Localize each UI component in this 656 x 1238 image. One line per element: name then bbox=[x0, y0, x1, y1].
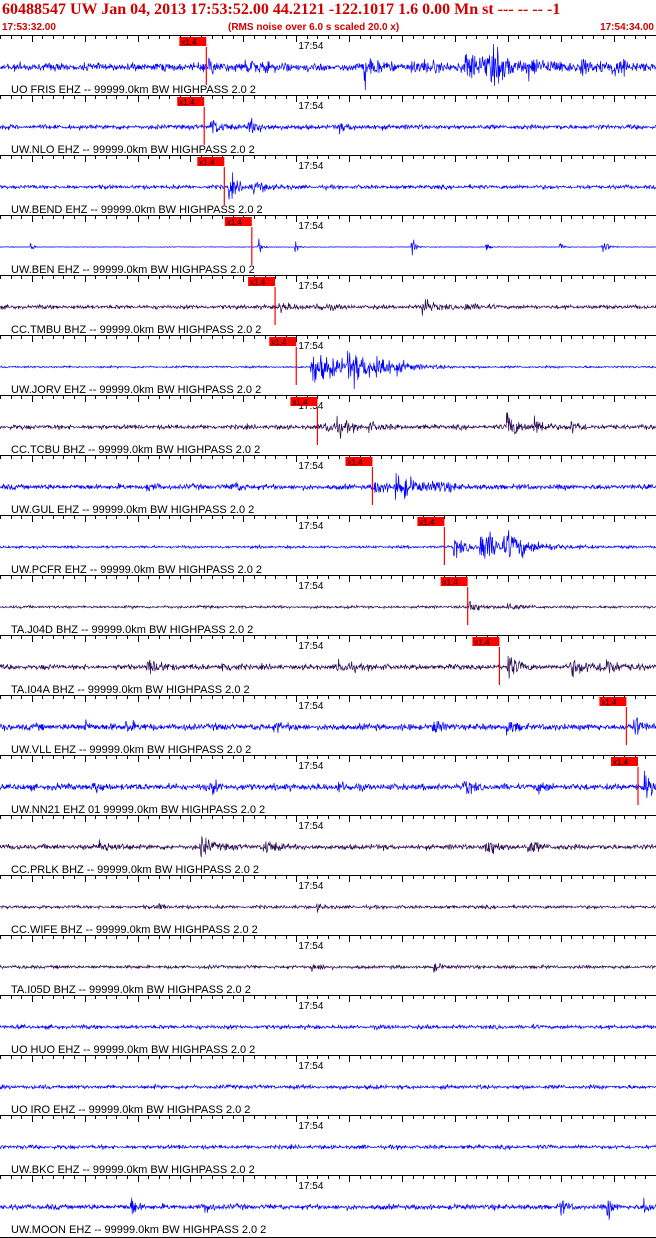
pick-label: x1.4 bbox=[601, 698, 617, 707]
minute-mark-label: 17:54 bbox=[298, 221, 323, 232]
minute-mark-label: 17:54 bbox=[298, 761, 323, 772]
waveform bbox=[0, 770, 656, 799]
event-title: 60488547 UW Jan 04, 2013 17:53:52.00 44.… bbox=[2, 1, 561, 18]
station-label: UO HUO EHZ -- 99999.0km BW HIGHPASS 2.0 … bbox=[11, 1044, 255, 1056]
station-label: UW.MOON EHZ -- 99999.0km BW HIGHPASS 2.0… bbox=[11, 1224, 266, 1236]
trace-12: 17:54 x1.4 UW.NN21 EHZ 01 99999.0km BW HIG… bbox=[0, 755, 656, 816]
minute-mark-label: 17:54 bbox=[298, 1061, 323, 1072]
trace-3: 17:54 x1.4 UW.BEN EHZ -- 99999.0km BW HIGH… bbox=[0, 215, 656, 276]
waveform bbox=[0, 472, 656, 500]
waveform bbox=[0, 117, 656, 135]
minute-mark-label: 17:54 bbox=[298, 101, 323, 112]
waveform bbox=[0, 529, 656, 559]
minute-mark-label: 17:54 bbox=[298, 1181, 323, 1192]
pick-label: x1.4 bbox=[250, 278, 266, 287]
start-time: 17:53:32.00 bbox=[2, 22, 56, 33]
minute-mark-label: 17:54 bbox=[298, 701, 323, 712]
station-label: CC.PRLK BHZ -- 99999.0km BW HIGHPASS 2.0… bbox=[11, 864, 259, 876]
waveform bbox=[0, 600, 656, 611]
station-label: UW.PCFR EHZ -- 99999.0km BW HIGHPASS 2.0… bbox=[11, 564, 262, 576]
trace-4: 17:54 x1.4 CC.TMBU BHZ -- 99999.0km BW HIG… bbox=[0, 275, 656, 336]
pick-label: x1.4 bbox=[292, 398, 308, 407]
minute-mark-label: 17:54 bbox=[298, 941, 323, 952]
seismogram-plot: 17:54 x1.4 UO FRIS EHZ -- 99999.0km BW HIG… bbox=[0, 35, 656, 1238]
trace-17: 17:54 UO IRO EHZ -- 99999.0km BW HIGHPASS… bbox=[0, 1055, 656, 1116]
waveform bbox=[0, 299, 656, 316]
pick-label: x1.4 bbox=[613, 758, 629, 767]
pick-label: x1.4 bbox=[199, 158, 215, 167]
waveform bbox=[0, 655, 656, 679]
minute-mark-label: 17:54 bbox=[298, 281, 323, 292]
trace-2: 17:54 x1.4 UW.BEND EHZ -- 99999.0km BW HIG… bbox=[0, 155, 656, 216]
station-label: CC.WIFE BHZ -- 99999.0km BW HIGHPASS 2.0… bbox=[11, 924, 258, 936]
station-label: UW.BKC EHZ -- 99999.0km BW HIGHPASS 2.0 … bbox=[11, 1164, 255, 1176]
minute-mark-label: 17:54 bbox=[298, 821, 323, 832]
waveform bbox=[0, 717, 656, 736]
waveform bbox=[0, 903, 656, 913]
trace-9: 17:54 x1.4 TA.J04D BHZ -- 99999.0km BW HIG… bbox=[0, 575, 656, 636]
waveform bbox=[0, 836, 656, 858]
rms-note: (RMS noise over 6.0 s scaled 20.0 x) bbox=[228, 22, 400, 33]
minute-mark-label: 17:54 bbox=[298, 1001, 323, 1012]
waveform bbox=[0, 1023, 656, 1031]
minute-mark-label: 17:54 bbox=[298, 41, 323, 52]
trace-8: 17:54 x1.4 UW.PCFR EHZ -- 99999.0km BW HIG… bbox=[0, 515, 656, 576]
station-label: UW.BEN EHZ -- 99999.0km BW HIGHPASS 2.0 … bbox=[11, 264, 255, 276]
trace-14: 17:54 CC.WIFE BHZ -- 99999.0km BW HIGHPAS… bbox=[0, 875, 656, 936]
trace-13: 17:54 CC.PRLK BHZ -- 99999.0km BW HIGHPAS… bbox=[0, 815, 656, 876]
station-label: UW.BEND EHZ -- 99999.0km BW HIGHPASS 2.0… bbox=[11, 204, 263, 216]
minute-mark-label: 17:54 bbox=[298, 521, 323, 532]
station-label: TA.I04A BHZ -- 99999.0km BW HIGHPASS 2.0… bbox=[11, 684, 250, 696]
station-label: UW.GUL EHZ -- 99999.0km BW HIGHPASS 2.0 … bbox=[11, 504, 254, 516]
minute-mark-label: 17:54 bbox=[298, 881, 323, 892]
trace-16: 17:54 UO HUO EHZ -- 99999.0km BW HIGHPASS… bbox=[0, 995, 656, 1056]
end-time: 17:54:34.00 bbox=[600, 22, 654, 33]
trace-5: 17:54 x1.4 UW.JORV EHZ -- 99999.0km BW HIG… bbox=[0, 335, 656, 396]
header: 60488547 UW Jan 04, 2013 17:53:52.00 44.… bbox=[0, 0, 656, 38]
trace-0: 17:54 x1.4 UO FRIS EHZ -- 99999.0km BW HIG… bbox=[0, 35, 656, 96]
minute-mark-label: 17:54 bbox=[298, 161, 323, 172]
pick-label: x1.4 bbox=[419, 518, 435, 527]
waveform bbox=[0, 1197, 656, 1220]
station-label: UW.NN21 EHZ 01 99999.0km BW HIGHPASS 2.0… bbox=[11, 804, 265, 816]
minute-mark-label: 17:54 bbox=[298, 461, 323, 472]
pick-label: x1.4 bbox=[347, 458, 363, 467]
waveform bbox=[0, 172, 656, 200]
station-label: CC.TMBU BHZ -- 99999.0km BW HIGHPASS 2.0… bbox=[11, 324, 261, 336]
trace-15: 17:54 TA.I05D BHZ -- 99999.0km BW HIGHPAS… bbox=[0, 935, 656, 996]
trace-19: 17:54 UW.MOON EHZ -- 99999.0km BW HIGHPAS… bbox=[0, 1175, 656, 1236]
pick-label: x1.4 bbox=[271, 338, 287, 347]
pick-label: x1.4 bbox=[179, 98, 195, 107]
pick-label: x1.4 bbox=[181, 38, 197, 47]
waveform bbox=[0, 1083, 656, 1091]
waveform bbox=[0, 238, 656, 256]
pick-label: x1.4 bbox=[474, 638, 490, 647]
minute-mark-label: 17:54 bbox=[298, 641, 323, 652]
waveform bbox=[0, 412, 656, 439]
station-label: CC.TCBU BHZ -- 99999.0km BW HIGHPASS 2.0… bbox=[11, 444, 260, 456]
trace-11: 17:54 x1.4 UW.VLL EHZ -- 99999.0km BW HIGH… bbox=[0, 695, 656, 756]
trace-6: 17:54x1.4CC.TCBU BHZ -- 99999.0km BW HIG… bbox=[0, 395, 656, 456]
minute-mark-label: 17:54 bbox=[298, 1121, 323, 1132]
station-label: UO FRIS EHZ -- 99999.0km BW HIGHPASS 2.0… bbox=[11, 84, 256, 96]
station-label: UW.JORV EHZ -- 99999.0km BW HIGHPASS 2.0… bbox=[11, 384, 261, 396]
trace-7: 17:54 x1.4 UW.GUL EHZ -- 99999.0km BW HIGH… bbox=[0, 455, 656, 516]
waveform bbox=[0, 962, 656, 973]
trace-10: 17:54 x1.4 TA.I04A BHZ -- 99999.0km BW HIG… bbox=[0, 635, 656, 696]
station-label: TA.J04D BHZ -- 99999.0km BW HIGHPASS 2.0… bbox=[11, 624, 253, 636]
trace-18: 17:54 UW.BKC EHZ -- 99999.0km BW HIGHPASS… bbox=[0, 1115, 656, 1176]
pick-label: x1.4 bbox=[443, 578, 459, 587]
station-label: UW.VLL EHZ -- 99999.0km BW HIGHPASS 2.0 … bbox=[11, 744, 251, 756]
trace-1: 17:54 x1.4 UW.NLO EHZ -- 99999.0km BW HIGH… bbox=[0, 95, 656, 156]
minute-mark-label: 17:54 bbox=[298, 341, 323, 352]
station-label: UW.NLO EHZ -- 99999.0km BW HIGHPASS 2.0 … bbox=[11, 144, 255, 156]
pick-label: x1.4 bbox=[227, 218, 243, 227]
waveform bbox=[0, 1143, 656, 1151]
minute-mark-label: 17:54 bbox=[298, 581, 323, 592]
station-label: TA.I05D BHZ -- 99999.0km BW HIGHPASS 2.0… bbox=[11, 984, 251, 996]
station-label: UO IRO EHZ -- 99999.0km BW HIGHPASS 2.0 … bbox=[11, 1104, 250, 1116]
